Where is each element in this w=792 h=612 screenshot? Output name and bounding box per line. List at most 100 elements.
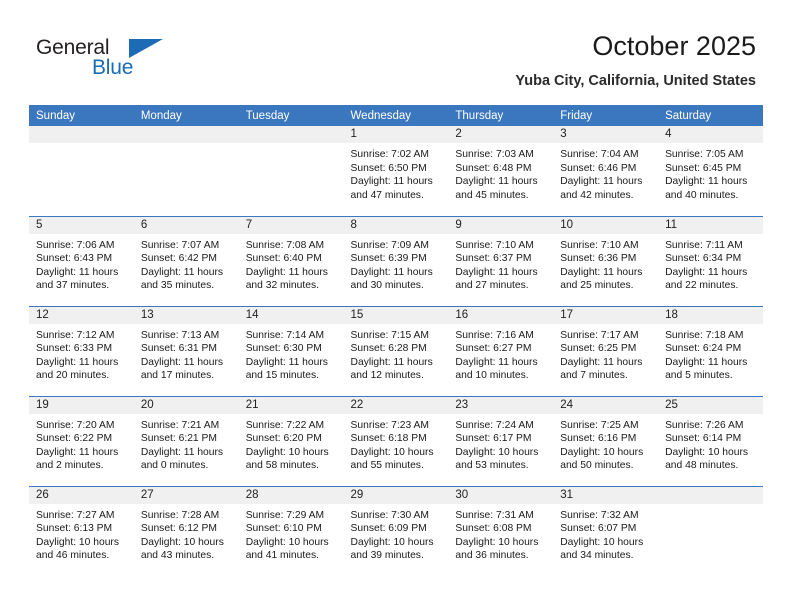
sunset-text: Sunset: 6:12 PM [140, 523, 217, 535]
sunset-text: Sunset: 6:09 PM [350, 523, 427, 535]
sunset-text: Sunset: 6:48 PM [455, 162, 532, 174]
day-number: 16 [448, 306, 554, 324]
calendar-day-cell[interactable]: 17 Sunrise: 7:17 AM Sunset: 6:25 PM Dayligh… [553, 305, 659, 396]
day-number: 29 [343, 486, 449, 504]
day-details: Sunrise: 7:13 AM Sunset: 6:31 PM Daylight:… [134, 324, 239, 383]
sunset-text: Sunset: 6:31 PM [140, 343, 217, 355]
calendar-day-cell[interactable]: 3 Sunrise: 7:04 AM Sunset: 6:46 PM Daylight… [553, 126, 659, 216]
calendar-day-cell[interactable]: 1 Sunrise: 7:02 AM Sunset: 6:50 PM Daylight… [343, 126, 449, 216]
calendar-day-cell[interactable]: 23 Sunrise: 7:24 AM Sunset: 6:17 PM Dayligh… [448, 395, 554, 486]
calendar-day-cell[interactable]: 5 Sunrise: 7:06 AM Sunset: 6:43 PM Daylight… [29, 215, 134, 306]
daylight-text-line2: and 41 minutes. [245, 550, 319, 562]
weekday-header-tuesday: Tuesday [238, 105, 344, 126]
daylight-text-line1: Daylight: 11 hours [665, 176, 748, 188]
daylight-text-line2: and 7 minutes. [560, 370, 628, 382]
calendar-day-cell[interactable]: 9 Sunrise: 7:10 AM Sunset: 6:37 PM Daylight… [448, 215, 554, 306]
daylight-text-line2: and 27 minutes. [455, 280, 529, 292]
sunset-text: Sunset: 6:08 PM [455, 523, 532, 535]
calendar-day-cell[interactable]: 6 Sunrise: 7:07 AM Sunset: 6:42 PM Daylight… [133, 215, 239, 306]
sunrise-text: Sunrise: 7:20 AM [36, 419, 115, 431]
calendar-day-cell[interactable]: 14 Sunrise: 7:14 AM Sunset: 6:30 PM Dayligh… [238, 305, 344, 396]
calendar-day-cell[interactable]: 13 Sunrise: 7:13 AM Sunset: 6:31 PM Dayligh… [133, 305, 239, 396]
daylight-text-line1: Daylight: 11 hours [350, 176, 433, 188]
daylight-text-line1: Daylight: 11 hours [455, 176, 538, 188]
day-details: Sunrise: 7:12 AM Sunset: 6:33 PM Daylight:… [29, 324, 134, 383]
sunrise-text: Sunrise: 7:30 AM [350, 509, 429, 521]
sunrise-text: Sunrise: 7:07 AM [140, 239, 220, 251]
calendar-day-cell[interactable]: 11 Sunrise: 7:11 AM Sunset: 6:34 PM Dayligh… [658, 215, 763, 306]
calendar-day-cell[interactable]: 26 Sunrise: 7:27 AM Sunset: 6:13 PM Dayligh… [29, 485, 134, 576]
day-details: Sunrise: 7:31 AM Sunset: 6:08 PM Daylight:… [448, 504, 553, 563]
sunrise-text: Sunrise: 7:03 AM [455, 149, 534, 160]
calendar-day-cell[interactable]: 22 Sunrise: 7:23 AM Sunset: 6:18 PM Dayligh… [343, 395, 449, 486]
day-details: Sunrise: 7:32 AM Sunset: 6:07 PM Daylight:… [553, 504, 658, 563]
title-block: October 2025 Yuba City, California, Unit… [515, 30, 756, 90]
weekday-header-sunday: Sunday [29, 105, 134, 126]
calendar-day-cell[interactable]: 24 Sunrise: 7:25 AM Sunset: 6:16 PM Dayligh… [553, 395, 659, 486]
calendar-day-cell[interactable]: 16 Sunrise: 7:16 AM Sunset: 6:27 PM Dayligh… [448, 305, 554, 396]
sunrise-text: Sunrise: 7:10 AM [455, 239, 534, 251]
daylight-text-line2: and 15 minutes. [245, 370, 319, 382]
calendar-day-cell[interactable]: 30 Sunrise: 7:31 AM Sunset: 6:08 PM Dayligh… [448, 485, 554, 576]
day-details: Sunrise: 7:04 AM Sunset: 6:46 PM Daylight:… [553, 143, 658, 202]
sunset-text: Sunset: 6:07 PM [560, 523, 637, 535]
general-blue-logo[interactable]: General Blue [36, 36, 176, 88]
calendar-day-cell[interactable]: 28 Sunrise: 7:29 AM Sunset: 6:10 PM Dayligh… [238, 485, 344, 576]
calendar-day-cell-empty [658, 485, 763, 576]
calendar-day-cell[interactable]: 12 Sunrise: 7:12 AM Sunset: 6:33 PM Dayligh… [29, 305, 134, 396]
calendar-week-row: 26 Sunrise: 7:27 AM Sunset: 6:13 PM Dayligh… [29, 485, 763, 576]
calendar-day-cell[interactable]: 20 Sunrise: 7:21 AM Sunset: 6:21 PM Dayligh… [133, 395, 239, 486]
day-number: 3 [553, 126, 659, 143]
calendar-day-cell[interactable]: 4 Sunrise: 7:05 AM Sunset: 6:45 PM Daylight… [658, 126, 763, 216]
day-number: 10 [553, 216, 659, 234]
day-details: Sunrise: 7:16 AM Sunset: 6:27 PM Daylight:… [448, 324, 553, 383]
daylight-text-line2: and 58 minutes. [245, 460, 319, 472]
day-details: Sunrise: 7:10 AM Sunset: 6:36 PM Daylight:… [553, 234, 658, 293]
calendar-day-cell[interactable]: 8 Sunrise: 7:09 AM Sunset: 6:39 PM Daylight… [343, 215, 449, 306]
day-number: 24 [553, 396, 659, 414]
daylight-text-line2: and 0 minutes. [140, 460, 209, 472]
calendar-day-cell[interactable]: 27 Sunrise: 7:28 AM Sunset: 6:12 PM Dayligh… [133, 485, 239, 576]
day-number [658, 486, 763, 504]
day-number: 12 [29, 306, 134, 324]
daylight-text-line1: Daylight: 10 hours [560, 446, 644, 458]
day-number: 8 [343, 216, 449, 234]
daylight-text-line2: and 42 minutes. [560, 189, 634, 201]
day-details: Sunrise: 7:07 AM Sunset: 6:42 PM Daylight:… [134, 234, 239, 293]
day-number: 17 [553, 306, 659, 324]
day-details: Sunrise: 7:21 AM Sunset: 6:21 PM Daylight:… [134, 414, 239, 473]
sunrise-text: Sunrise: 7:11 AM [665, 239, 743, 251]
sunset-text: Sunset: 6:17 PM [455, 433, 532, 445]
daylight-text-line1: Daylight: 10 hours [245, 446, 329, 458]
daylight-text-line2: and 17 minutes. [140, 370, 215, 382]
daylight-text-line2: and 20 minutes. [36, 370, 110, 382]
calendar-day-cell[interactable]: 25 Sunrise: 7:26 AM Sunset: 6:14 PM Dayligh… [658, 395, 763, 486]
sunrise-text: Sunrise: 7:08 AM [245, 239, 325, 251]
logo-text-blue: Blue [92, 56, 134, 79]
calendar-day-cell[interactable]: 29 Sunrise: 7:30 AM Sunset: 6:09 PM Dayligh… [343, 485, 449, 576]
day-details: Sunrise: 7:26 AM Sunset: 6:14 PM Daylight:… [658, 414, 763, 473]
calendar-day-cell[interactable]: 19 Sunrise: 7:20 AM Sunset: 6:22 PM Dayligh… [29, 395, 134, 486]
sunset-text: Sunset: 6:27 PM [455, 343, 532, 355]
calendar-day-cell[interactable]: 18 Sunrise: 7:18 AM Sunset: 6:24 PM Dayligh… [658, 305, 763, 396]
sunset-text: Sunset: 6:33 PM [36, 343, 113, 355]
weekday-header-row: Sunday Monday Tuesday Wednesday Thursday… [29, 105, 763, 126]
calendar-day-cell[interactable]: 2 Sunrise: 7:03 AM Sunset: 6:48 PM Daylight… [448, 126, 554, 216]
calendar-day-cell[interactable]: 10 Sunrise: 7:10 AM Sunset: 6:36 PM Dayligh… [553, 215, 659, 306]
day-number: 9 [448, 216, 554, 234]
calendar-day-cell[interactable]: 31 Sunrise: 7:32 AM Sunset: 6:07 PM Dayligh… [553, 485, 659, 576]
daylight-text-line1: Daylight: 10 hours [350, 536, 434, 548]
weekday-header-thursday: Thursday [448, 105, 554, 126]
day-number: 21 [238, 396, 344, 414]
calendar-day-cell[interactable]: 7 Sunrise: 7:08 AM Sunset: 6:40 PM Daylight… [238, 215, 344, 306]
calendar-week-row: 12 Sunrise: 7:12 AM Sunset: 6:33 PM Dayligh… [29, 305, 763, 396]
daylight-text-line1: Daylight: 11 hours [36, 446, 119, 458]
daylight-text-line1: Daylight: 10 hours [245, 536, 329, 548]
calendar-day-cell[interactable]: 21 Sunrise: 7:22 AM Sunset: 6:20 PM Dayligh… [238, 395, 344, 486]
sunset-text: Sunset: 6:22 PM [36, 433, 113, 445]
sunrise-text: Sunrise: 7:29 AM [245, 509, 325, 521]
day-number: 26 [29, 486, 134, 504]
calendar-day-cell[interactable]: 15 Sunrise: 7:15 AM Sunset: 6:28 PM Dayligh… [343, 305, 449, 396]
day-number: 22 [343, 396, 449, 414]
sunset-text: Sunset: 6:21 PM [140, 433, 217, 445]
